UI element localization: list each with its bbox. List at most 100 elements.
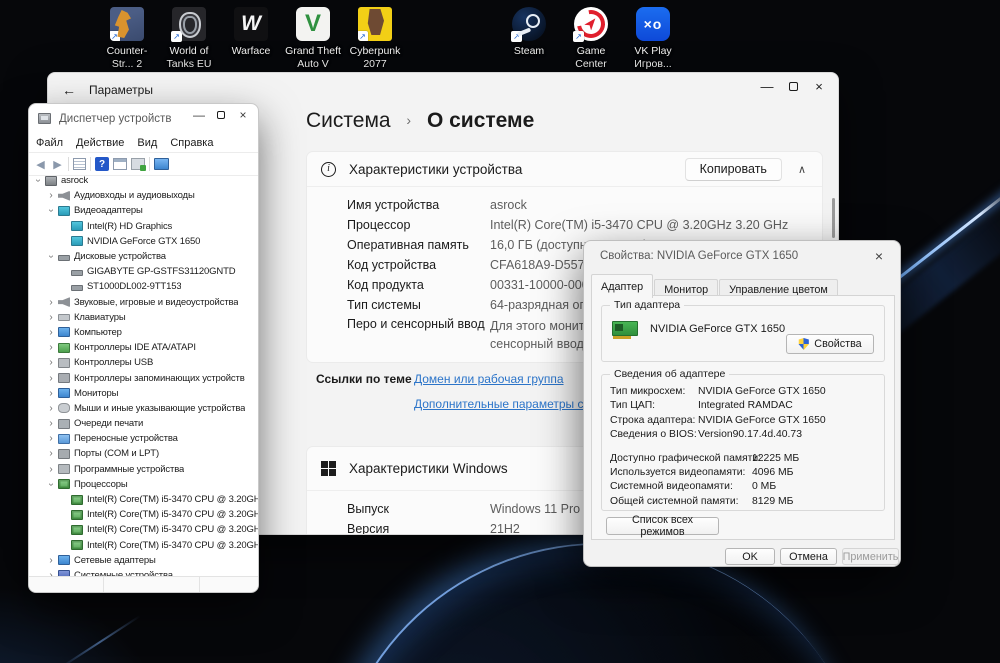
cs2-icon: ↗ (110, 7, 144, 41)
close-icon[interactable]: × (232, 107, 254, 123)
cancel-button[interactable]: Отмена (780, 548, 837, 565)
adapter-info-value: NVIDIA GeForce GTX 1650 (698, 414, 826, 426)
tree-item[interactable]: › Звуковые, игровые и видеоустройства (29, 295, 258, 310)
tree-item[interactable]: › Очереди печати (29, 416, 258, 431)
menu-item-2[interactable]: Вид (137, 137, 157, 149)
chevron-down-icon[interactable]: › (46, 251, 57, 263)
maximize-icon[interactable] (210, 107, 232, 123)
chevron-right-icon[interactable]: › (45, 312, 57, 323)
tree-item[interactable]: Intel(R) Core(TM) i5-3470 CPU @ 3.20GHz (29, 538, 258, 553)
tree-item[interactable]: › Программные устройства (29, 462, 258, 477)
copy-button[interactable]: Копировать (684, 157, 782, 181)
chevron-right-icon[interactable]: › (45, 433, 57, 444)
vkplay-icon: ×o (636, 7, 670, 41)
minimize-icon[interactable]: — (754, 77, 780, 95)
tree-item[interactable]: › Системные устройства (29, 568, 258, 576)
chevron-right-icon[interactable]: › (45, 464, 57, 475)
desktop-icon-gamecenter[interactable]: ↗ Game Center (560, 5, 622, 71)
cpu-icon (71, 524, 83, 535)
dialog-titlebar[interactable]: Свойства: NVIDIA GeForce GTX 1650 (584, 241, 900, 271)
adapter-properties-label: Свойства (814, 338, 862, 350)
adapter-info-value: Integrated RAMDAC (698, 400, 793, 412)
tree-item[interactable]: › asrock (29, 173, 258, 188)
close-icon[interactable]: × (806, 77, 832, 95)
tree-item[interactable]: › Порты (COM и LPT) (29, 446, 258, 461)
scan-hardware-icon[interactable] (131, 158, 146, 171)
desktop-icons-gap (406, 5, 498, 71)
chevron-right-icon[interactable]: › (45, 418, 57, 429)
desktop-icon-cs2[interactable]: ↗ Counter-Str... 2 (96, 5, 158, 71)
tree-item[interactable]: › Клавиатуры (29, 310, 258, 325)
minimize-icon[interactable]: — (188, 107, 210, 123)
device-spec-header[interactable]: i Характеристики устройства Копировать ∧ (307, 152, 822, 187)
desktop-icon-cyberpunk[interactable]: ↗ Cyberpunk 2077 (344, 5, 406, 71)
tree-item[interactable]: › Компьютер (29, 325, 258, 340)
tree-item[interactable]: Intel(R) Core(TM) i5-3470 CPU @ 3.20GHz (29, 522, 258, 537)
breadcrumb-parent[interactable]: Система (306, 109, 391, 132)
menu-item-3[interactable]: Справка (170, 137, 213, 149)
apply-button[interactable]: Применить (842, 548, 899, 565)
tree-item[interactable]: NVIDIA GeForce GTX 1650 (29, 234, 258, 249)
link-domain-or-workgroup[interactable]: Домен или рабочая группа (414, 372, 564, 386)
tree-item[interactable]: › Переносные устройства (29, 431, 258, 446)
adapter-properties-button[interactable]: Свойства (786, 334, 874, 354)
chevron-right-icon[interactable]: › (45, 448, 57, 459)
menu-item-0[interactable]: Файл (36, 137, 63, 149)
tree-item[interactable]: › Аудиовходы и аудиовыходы (29, 188, 258, 203)
tree-item[interactable]: Intel(R) Core(TM) i5-3470 CPU @ 3.20GHz (29, 507, 258, 522)
back-icon[interactable]: ◀ (34, 158, 47, 171)
forward-icon[interactable]: ▶ (51, 158, 64, 171)
chevron-right-icon[interactable]: › (45, 327, 57, 338)
tree-item[interactable]: Intel(R) Core(TM) i5-3470 CPU @ 3.20GHz (29, 492, 258, 507)
show-window-icon[interactable] (113, 158, 127, 170)
desktop-icon-gta5[interactable]: V Grand Theft Auto V (282, 5, 344, 71)
desktop-icon-warface[interactable]: W Warface (220, 5, 282, 71)
tree-item[interactable]: GIGABYTE GP-GSTFS31120GNTD (29, 264, 258, 279)
tree-item[interactable]: › Мыши и иные указывающие устройства (29, 401, 258, 416)
tree-item[interactable]: › Контроллеры USB (29, 355, 258, 370)
usb-icon (58, 357, 70, 368)
tree-item[interactable]: › Процессоры (29, 477, 258, 492)
settings-titlebar[interactable]: ← Параметры (48, 73, 838, 107)
chevron-down-icon[interactable]: › (33, 175, 44, 187)
chevron-down-icon[interactable]: › (46, 205, 57, 217)
chevron-right-icon[interactable]: › (45, 403, 57, 414)
desktop-icon-label: Warface (231, 45, 271, 57)
back-icon[interactable]: ← (62, 82, 82, 98)
ok-button[interactable]: OK (725, 548, 775, 565)
help-icon[interactable]: ? (95, 157, 109, 171)
close-icon[interactable]: × (868, 247, 890, 265)
maximize-icon[interactable] (780, 77, 806, 95)
menu-item-1[interactable]: Действие (76, 137, 124, 149)
devices-icon[interactable] (154, 158, 169, 170)
tab-0[interactable]: Адаптер (591, 274, 654, 298)
tree-item[interactable]: › Видеоадаптеры (29, 203, 258, 218)
desktop-icon-vkplay[interactable]: ×o VK Play Игров... (622, 5, 684, 71)
tree-item[interactable]: › Дисковые устройства (29, 249, 258, 264)
chevron-right-icon[interactable]: › (45, 555, 57, 566)
chevron-right-icon[interactable]: › (45, 357, 57, 368)
audio-icon (58, 297, 70, 308)
desktop-icon-wot[interactable]: ↗ World of Tanks EU (158, 5, 220, 71)
desktop-icon-steam[interactable]: ↗ Steam (498, 5, 560, 71)
chevron-right-icon[interactable]: › (45, 190, 57, 201)
tree-item-label: Intel(R) Core(TM) i5-3470 CPU @ 3.20GHz (87, 509, 258, 521)
chevron-right-icon[interactable]: › (45, 388, 57, 399)
desktop-icons: ↗ Counter-Str... 2 ↗ World of Tanks EU W Warf… (96, 5, 684, 71)
list-all-modes-button[interactable]: Список всех режимов (606, 514, 719, 538)
spec-field-label: Оперативная память (347, 238, 469, 252)
tree-item[interactable]: › Сетевые адаптеры (29, 553, 258, 568)
tree-item[interactable]: › Мониторы (29, 386, 258, 401)
chevron-right-icon[interactable]: › (45, 373, 57, 384)
tree-item[interactable]: › Контроллеры IDE ATA/ATAPI (29, 340, 258, 355)
adapter-name: NVIDIA GeForce GTX 1650 (650, 323, 786, 335)
chevron-down-icon[interactable]: › (46, 478, 57, 490)
tree-item[interactable]: Intel(R) HD Graphics (29, 219, 258, 234)
tree-item[interactable]: › Контроллеры запоминающих устройств (29, 370, 258, 385)
chevron-right-icon[interactable]: › (45, 342, 57, 353)
tree-item[interactable]: ST1000DL002-9TT153 (29, 279, 258, 294)
chevron-up-icon[interactable]: ∧ (798, 163, 806, 176)
properties-icon[interactable] (73, 158, 86, 170)
scrollbar-thumb[interactable] (832, 198, 835, 238)
chevron-right-icon[interactable]: › (45, 297, 57, 308)
